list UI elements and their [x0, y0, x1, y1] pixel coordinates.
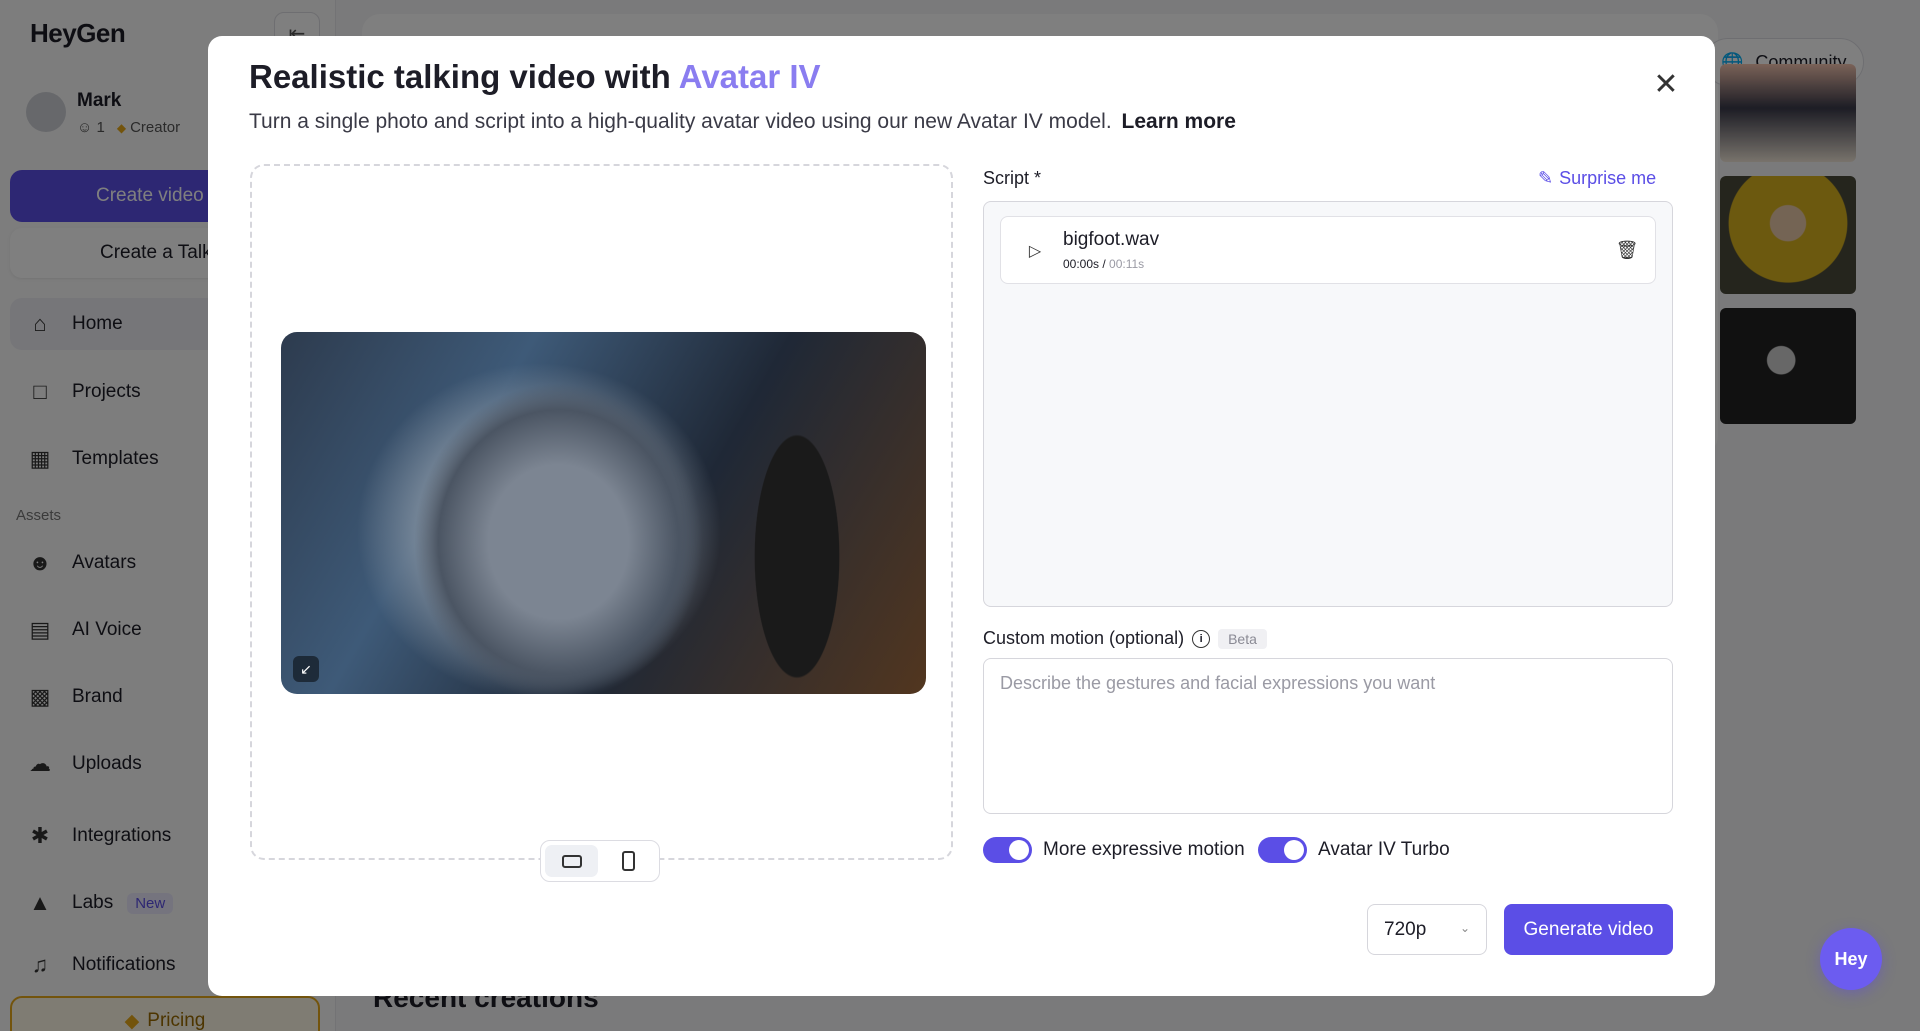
expressive-motion-toggle-row: More expressive motion — [983, 837, 1245, 863]
toggle-label: More expressive motion — [1043, 839, 1245, 860]
wand-icon: ✎ — [1538, 168, 1554, 188]
resolution-select[interactable]: 720p ⌄ — [1367, 904, 1487, 955]
photo-upload-area[interactable]: ↙ — [250, 164, 953, 860]
modal-subtitle: Turn a single photo and script into a hi… — [249, 110, 1236, 133]
custom-motion-input[interactable] — [983, 658, 1673, 814]
modal-title: Realistic talking video with Avatar IV — [249, 58, 821, 95]
audio-duration: 00:00s / 00:11s — [1063, 257, 1145, 271]
trash-icon[interactable]: 🗑 — [1615, 237, 1639, 263]
avatar-turbo-toggle[interactable] — [1258, 837, 1307, 863]
audio-file-row: ▷ bigfoot.wav 00:00s / 00:11s 🗑 — [1000, 216, 1656, 284]
custom-motion-label: Custom motion (optional) i Beta — [983, 628, 1267, 649]
avatar-photo: ↙ — [281, 332, 926, 694]
orientation-toggle — [540, 840, 660, 882]
avatar-turbo-toggle-row: Avatar IV Turbo — [1258, 837, 1450, 863]
close-button[interactable]: ✕ — [1648, 66, 1684, 102]
shrink-icon[interactable]: ↙ — [293, 656, 319, 682]
hey-label: Hey — [1834, 948, 1868, 969]
info-icon[interactable]: i — [1192, 629, 1211, 648]
beta-badge: Beta — [1218, 628, 1267, 649]
landscape-button[interactable] — [545, 845, 598, 877]
learn-more-link[interactable]: Learn more — [1122, 110, 1236, 133]
script-box[interactable]: ▷ bigfoot.wav 00:00s / 00:11s 🗑 — [983, 201, 1673, 607]
generate-video-button[interactable]: Generate video — [1504, 904, 1673, 955]
portrait-icon — [622, 851, 635, 871]
play-icon[interactable]: ▷ — [1023, 239, 1047, 263]
expressive-motion-toggle[interactable] — [983, 837, 1032, 863]
avatar-iv-modal: Realistic talking video with Avatar IV T… — [208, 36, 1715, 996]
audio-file-name: bigfoot.wav — [1063, 229, 1160, 250]
surprise-me-button[interactable]: ✎ Surprise me — [1538, 168, 1656, 189]
script-label: Script * — [983, 168, 1042, 188]
landscape-icon — [561, 854, 582, 868]
hey-assistant-button[interactable]: Hey — [1820, 928, 1882, 990]
portrait-button[interactable] — [602, 845, 655, 877]
chevron-down-icon: ⌄ — [1459, 921, 1470, 935]
toggle-label: Avatar IV Turbo — [1318, 839, 1450, 860]
close-icon: ✕ — [1653, 67, 1679, 101]
